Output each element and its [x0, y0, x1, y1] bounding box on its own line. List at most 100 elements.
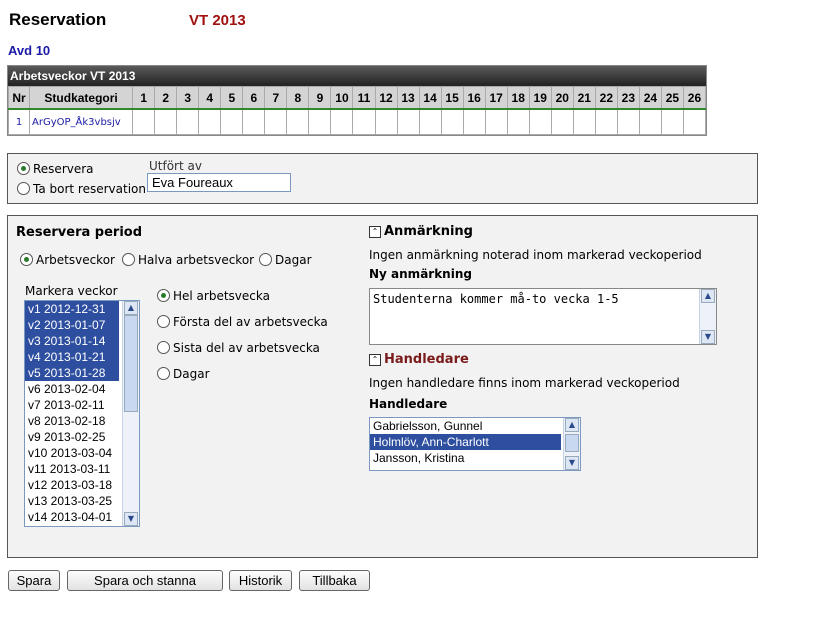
scroll-up-icon[interactable]: ▲ [701, 289, 715, 303]
week-option[interactable]: v12 2013-03-18 [25, 477, 119, 493]
remark-section-header[interactable]: ⌃ Anmärkning [369, 224, 473, 239]
scroll-down-icon[interactable]: ▼ [701, 330, 715, 344]
week-option[interactable]: v8 2013-02-18 [25, 413, 119, 429]
save-button[interactable]: Spara [8, 570, 60, 591]
week-cell[interactable] [220, 108, 244, 135]
supervisor-title: Handledare [384, 352, 469, 367]
scroll-up-icon[interactable]: ▲ [124, 301, 138, 315]
supervisor-option[interactable]: Gabrielsson, Gunnel [370, 418, 561, 434]
week-cell[interactable] [528, 108, 552, 135]
radio-unchecked-icon [17, 182, 30, 195]
collapse-icon: ⌃ [369, 226, 381, 238]
column-header-week: 1 [132, 86, 156, 110]
part-label: Hel arbetsvecka [173, 289, 270, 303]
radio-mode-workweeks[interactable]: Arbetsveckor [20, 253, 115, 267]
supervisor-section-header[interactable]: ⌃ Handledare [369, 352, 469, 367]
week-cell[interactable] [550, 108, 574, 135]
radio-reserve-label: Reservera [33, 162, 94, 176]
week-cell[interactable] [198, 108, 222, 135]
column-header-week: 4 [198, 86, 222, 110]
week-cell[interactable] [616, 108, 640, 135]
week-cell[interactable] [660, 108, 684, 135]
radio-part-first[interactable]: Första del av arbetsvecka [157, 315, 328, 329]
week-option[interactable]: v11 2013-03-11 [25, 461, 119, 477]
column-header-week: 8 [286, 86, 310, 110]
radio-part-days[interactable]: Dagar [157, 367, 210, 381]
week-cell[interactable] [682, 108, 707, 135]
week-cell[interactable] [506, 108, 530, 135]
week-cell[interactable] [594, 108, 618, 135]
week-cell[interactable] [352, 108, 376, 135]
week-cell[interactable] [176, 108, 200, 135]
week-option[interactable]: v2 2013-01-07 [25, 317, 119, 333]
radio-part-full[interactable]: Hel arbetsvecka [157, 289, 270, 303]
column-header-week: 20 [550, 86, 574, 110]
week-cell[interactable] [264, 108, 288, 135]
column-header-week: 10 [330, 86, 354, 110]
week-option[interactable]: v10 2013-03-04 [25, 445, 119, 461]
week-cell[interactable] [154, 108, 178, 135]
scroll-down-icon[interactable]: ▼ [565, 456, 579, 470]
week-cell[interactable] [484, 108, 508, 135]
radio-unchecked-icon [122, 253, 135, 266]
week-cell[interactable] [638, 108, 662, 135]
supervisor-listbox[interactable]: Gabrielsson, Gunnel Holmlöv, Ann-Charlott… [369, 417, 581, 471]
weeks-listbox[interactable]: v1 2012-12-31 v2 2013-01-07 v3 2013-01-14 v… [24, 300, 140, 527]
part-label: Första del av arbetsvecka [173, 315, 328, 329]
supervisor-option[interactable]: Jansson, Kristina [370, 450, 561, 466]
week-option[interactable]: v9 2013-02-25 [25, 429, 119, 445]
collapse-icon: ⌃ [369, 354, 381, 366]
column-header-week: 14 [418, 86, 442, 110]
radio-mode-halfweeks[interactable]: Halva arbetsveckor [122, 253, 254, 267]
supervisor-scrollbar[interactable]: ▲ ▼ [563, 418, 580, 470]
weeks-scrollbar[interactable]: ▲ ▼ [122, 301, 139, 526]
back-button[interactable]: Tillbaka [299, 570, 370, 591]
week-cell[interactable] [132, 108, 156, 135]
scroll-thumb[interactable] [124, 315, 138, 412]
column-header-week: 22 [594, 86, 618, 110]
weeks-grid-caption: Arbetsveckor VT 2013 [8, 66, 706, 86]
radio-remove-reservation[interactable]: Ta bort reservation [17, 182, 146, 196]
scroll-thumb[interactable] [565, 434, 579, 452]
week-cell[interactable] [242, 108, 266, 135]
week-cell[interactable] [418, 108, 442, 135]
weeks-grid: Arbetsveckor VT 2013 Nr Studkategori 123… [7, 65, 707, 136]
performed-by-input[interactable]: Eva Foureaux [147, 173, 291, 192]
week-option[interactable]: v7 2013-02-11 [25, 397, 119, 413]
scroll-up-icon[interactable]: ▲ [565, 418, 579, 432]
column-header-nr: Nr [7, 86, 31, 110]
week-cell[interactable] [572, 108, 596, 135]
save-and-stay-button[interactable]: Spara och stanna [67, 570, 223, 591]
week-cell[interactable] [462, 108, 486, 135]
history-button[interactable]: Historik [229, 570, 292, 591]
table-row: 1 ArGyOP_Åk3vbsjv [7, 108, 707, 135]
week-cell[interactable] [396, 108, 420, 135]
week-option[interactable]: v13 2013-03-25 [25, 493, 119, 509]
column-header-week: 19 [528, 86, 552, 110]
radio-mode-days[interactable]: Dagar [259, 253, 312, 267]
week-option[interactable]: v14 2013-04-01 [25, 509, 119, 525]
remark-scrollbar[interactable]: ▲ ▼ [699, 289, 716, 344]
week-cell[interactable] [374, 108, 398, 135]
week-option[interactable]: v3 2013-01-14 [25, 333, 119, 349]
row-nr: 1 [7, 108, 31, 135]
week-option[interactable]: v4 2013-01-21 [25, 349, 119, 365]
scroll-down-icon[interactable]: ▼ [124, 512, 138, 526]
term-label: VT 2013 [189, 12, 246, 29]
row-category-link[interactable]: ArGyOP_Åk3vbsjv [29, 108, 134, 135]
week-option[interactable]: v5 2013-01-28 [25, 365, 119, 381]
week-cell[interactable] [440, 108, 464, 135]
radio-reserve[interactable]: Reservera [17, 162, 94, 176]
week-cell[interactable] [330, 108, 354, 135]
radio-part-last[interactable]: Sista del av arbetsvecka [157, 341, 320, 355]
week-option[interactable]: v6 2013-02-04 [25, 381, 119, 397]
week-cell[interactable] [286, 108, 310, 135]
new-remark-textarea[interactable]: Studenterna kommer må-to vecka 1-5 ▲ ▼ [369, 288, 717, 345]
radio-unchecked-icon [259, 253, 272, 266]
column-header-week: 3 [176, 86, 200, 110]
week-cell[interactable] [308, 108, 332, 135]
supervisor-option[interactable]: Holmlöv, Ann-Charlott [370, 434, 561, 450]
week-option[interactable]: v1 2012-12-31 [25, 301, 119, 317]
page-title: Reservation [9, 10, 107, 29]
radio-unchecked-icon [157, 315, 170, 328]
